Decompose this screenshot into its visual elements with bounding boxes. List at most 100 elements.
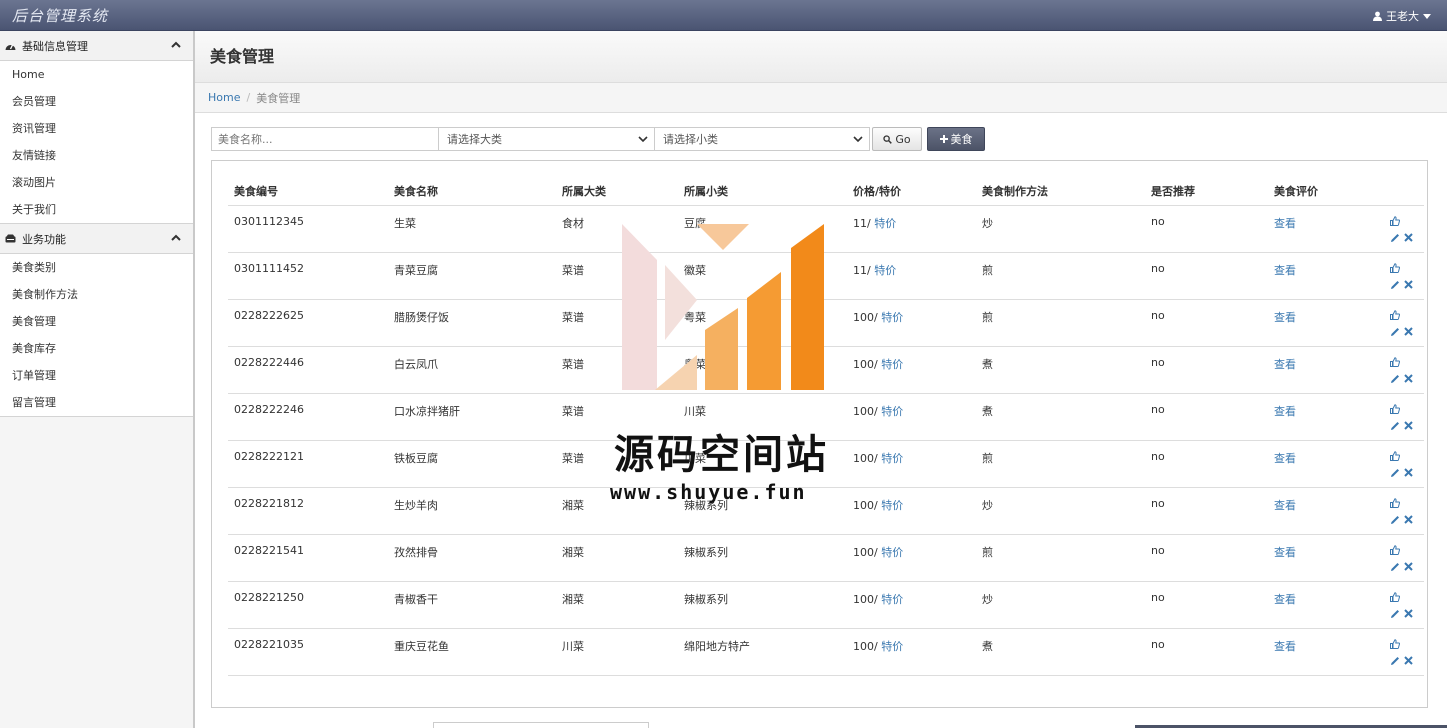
special-price-link[interactable]: 特价 [881,546,903,559]
cell-id: 0228221035 [228,628,388,676]
special-price-link[interactable]: 特价 [874,264,896,277]
sidebar-item-about[interactable]: 关于我们 [0,196,193,223]
edit-pencil-icon[interactable] [1390,280,1400,290]
sidebar-item-messages[interactable]: 留言管理 [0,389,193,416]
delete-x-icon[interactable] [1404,515,1413,524]
actions-line [1390,448,1424,464]
view-review-link[interactable]: 查看 [1274,358,1296,371]
cell-category: 川菜 [556,628,678,676]
table-header-row: 美食编号 美食名称 所属大类 所属小类 价格/特价 美食制作方法 是否推荐 美食… [228,178,1424,206]
cell-actions [1390,299,1424,347]
add-food-button[interactable]: 美食 [927,127,985,151]
cell-id: 0228222246 [228,393,388,441]
view-review-link[interactable]: 查看 [1274,499,1296,512]
cell-category: 湘菜 [556,581,678,629]
edit-pencil-icon[interactable] [1390,656,1400,666]
delete-x-icon[interactable] [1404,468,1413,477]
cell-price: 100/ 特价 [847,628,976,676]
thumbs-up-icon[interactable] [1390,215,1400,226]
sidebar-section-header-basic[interactable]: 基础信息管理 [0,31,193,61]
special-price-link[interactable]: 特价 [881,640,903,653]
cell-method: 炒 [976,205,1145,253]
thumbs-up-icon[interactable] [1390,262,1400,273]
actions-line [1390,230,1424,246]
edit-pencil-icon[interactable] [1390,562,1400,572]
edit-pencil-icon[interactable] [1390,233,1400,243]
special-price-link[interactable]: 特价 [881,452,903,465]
sidebar-item-home[interactable]: Home [0,61,193,88]
user-name[interactable]: 王老大 [1386,8,1419,24]
thumbs-up-icon[interactable] [1390,497,1400,508]
thumbs-up-icon[interactable] [1390,591,1400,602]
thumbs-up-icon[interactable] [1390,638,1400,649]
go-button[interactable]: Go [872,127,922,151]
view-review-link[interactable]: 查看 [1274,593,1296,606]
delete-x-icon[interactable] [1404,421,1413,430]
delete-x-icon[interactable] [1404,374,1413,383]
cell-actions [1390,534,1424,582]
edit-pencil-icon[interactable] [1390,609,1400,619]
sidebar-item-members[interactable]: 会员管理 [0,88,193,115]
special-price-link[interactable]: 特价 [881,499,903,512]
edit-pencil-icon[interactable] [1390,468,1400,478]
delete-x-icon[interactable] [1404,233,1413,242]
view-review-link[interactable]: 查看 [1274,452,1296,465]
subcategory-select[interactable]: 请选择小类 [654,127,870,151]
cell-method: 煎 [976,252,1145,300]
view-review-link[interactable]: 查看 [1274,640,1296,653]
cell-name: 孜然排骨 [388,534,556,582]
breadcrumb-home-link[interactable]: Home [208,91,240,104]
thumbs-up-icon[interactable] [1390,450,1400,461]
view-review-link[interactable]: 查看 [1274,217,1296,230]
sidebar-item-links[interactable]: 友情链接 [0,142,193,169]
special-price-link[interactable]: 特价 [881,593,903,606]
view-review-link[interactable]: 查看 [1274,546,1296,559]
food-name-search-input[interactable] [211,127,439,151]
special-price-link[interactable]: 特价 [874,217,896,230]
page-size-select[interactable] [433,722,649,728]
view-review-link[interactable]: 查看 [1274,311,1296,324]
delete-x-icon[interactable] [1404,562,1413,571]
cell-price: 100/ 特价 [847,393,976,441]
sidebar-menu-basic: Home 会员管理 资讯管理 友情链接 滚动图片 关于我们 [0,61,193,223]
special-price-link[interactable]: 特价 [881,405,903,418]
view-review-link[interactable]: 查看 [1274,264,1296,277]
sidebar-item-news[interactable]: 资讯管理 [0,115,193,142]
thumbs-up-icon[interactable] [1390,544,1400,555]
special-price-link[interactable]: 特价 [881,358,903,371]
delete-x-icon[interactable] [1404,280,1413,289]
sidebar-item-food-stock[interactable]: 美食库存 [0,335,193,362]
delete-x-icon[interactable] [1404,656,1413,665]
sidebar-item-cooking-method[interactable]: 美食制作方法 [0,281,193,308]
sidebar-section-header-business[interactable]: 业务功能 [0,224,193,254]
cell-subcategory: 豆腐 [678,205,847,253]
cell-actions [1390,440,1424,488]
thumbs-up-icon[interactable] [1390,403,1400,414]
sidebar-item-carousel[interactable]: 滚动图片 [0,169,193,196]
edit-pencil-icon[interactable] [1390,374,1400,384]
cell-subcategory: 辣椒系列 [678,534,847,582]
sidebar-item-orders[interactable]: 订单管理 [0,362,193,389]
column-header: 所属大类 [556,178,678,206]
chevron-up-icon[interactable] [171,41,181,48]
cell-actions [1390,487,1424,535]
sidebar-item-food-category[interactable]: 美食类别 [0,254,193,281]
column-header: 美食制作方法 [976,178,1145,206]
cell-review: 查看 [1268,487,1390,535]
delete-x-icon[interactable] [1404,327,1413,336]
sidebar-item-food-management[interactable]: 美食管理 [0,308,193,335]
view-review-link[interactable]: 查看 [1274,405,1296,418]
special-price-link[interactable]: 特价 [881,311,903,324]
category-select[interactable]: 请选择大类 [438,127,655,151]
thumbs-up-icon[interactable] [1390,356,1400,367]
delete-x-icon[interactable] [1404,609,1413,618]
cell-id: 0301112345 [228,205,388,253]
edit-pencil-icon[interactable] [1390,327,1400,337]
edit-pencil-icon[interactable] [1390,421,1400,431]
chevron-up-icon[interactable] [171,234,181,241]
user-menu[interactable]: 王老大 [1373,8,1431,24]
thumbs-up-icon[interactable] [1390,309,1400,320]
edit-pencil-icon[interactable] [1390,515,1400,525]
cell-recommend: no [1145,299,1268,347]
cell-review: 查看 [1268,440,1390,488]
